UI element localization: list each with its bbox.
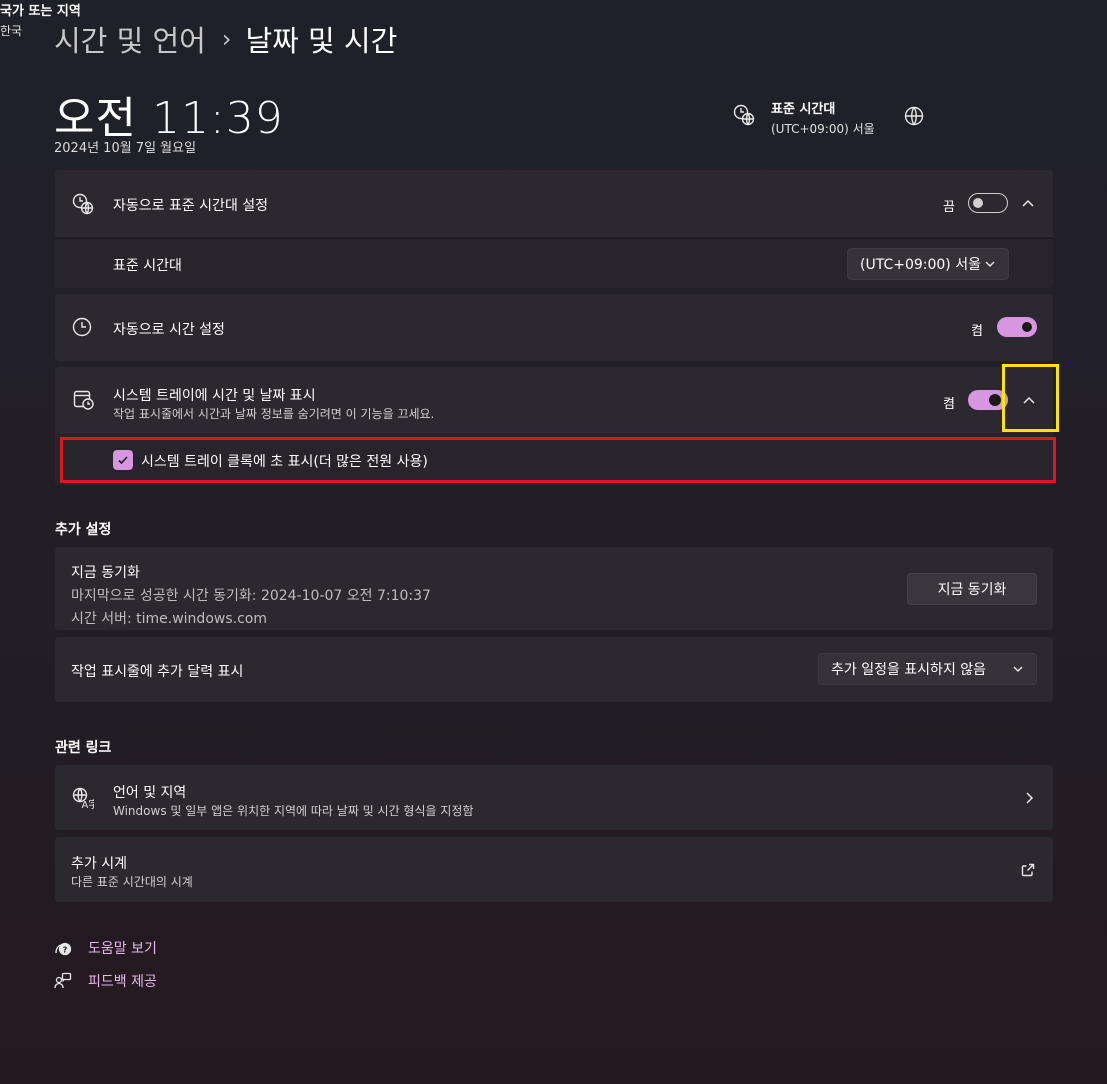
header-region-title: 국가 또는 지역 <box>0 4 81 19</box>
language-region-link[interactable]: A字 언어 및 지역 Windows 및 일부 앱은 위치한 지역에 따라 날짜… <box>55 765 1053 830</box>
tray-clock-description: 작업 표시줄에서 시간과 날짜 정보를 숨기려면 이 기능을 끄세요. <box>113 407 435 421</box>
header-timezone-title: 표준 시간대 <box>771 102 836 117</box>
help-link[interactable]: ? 도움말 보기 <box>54 938 157 958</box>
chevron-down-icon <box>984 258 996 270</box>
timezone-setting-row: 표준 시간대 (UTC+09:00) 서울 <box>55 238 1053 288</box>
auto-timezone-state: 끔 <box>943 200 955 215</box>
related-links-title: 관련 링크 <box>55 740 112 756</box>
feedback-link[interactable]: 피드백 제공 <box>54 971 157 991</box>
timezone-dropdown-value: (UTC+09:00) 서울 <box>860 257 981 273</box>
timezone-globe-icon <box>72 193 94 215</box>
page-title: 날짜 및 시간 <box>245 24 398 58</box>
timezone-globe-icon <box>733 104 755 126</box>
additional-settings-title: 추가 설정 <box>55 522 112 538</box>
timezone-label: 표준 시간대 <box>113 258 182 274</box>
current-date: 2024년 10월 7일 월요일 <box>54 141 197 156</box>
tray-clock-state: 켬 <box>943 397 955 412</box>
svg-text:A字: A字 <box>82 798 95 809</box>
sync-title: 지금 동기화 <box>71 565 140 581</box>
breadcrumb: 시간 및 언어 › 날짜 및 시간 <box>54 18 397 60</box>
seconds-checkbox-label: 시스템 트레이 클록에 초 표시(더 많은 전원 사용) <box>141 454 428 470</box>
auto-timezone-label: 자동으로 표준 시간대 설정 <box>113 198 269 214</box>
external-link-icon <box>1021 863 1035 877</box>
tray-clock-label: 시스템 트레이에 시간 및 날짜 표시 <box>113 388 316 404</box>
breadcrumb-parent[interactable]: 시간 및 언어 <box>54 18 206 60</box>
language-icon: A字 <box>72 787 94 809</box>
help-icon: ? <box>54 939 72 957</box>
calendar-clock-icon <box>73 389 95 411</box>
header-timezone-info: 표준 시간대 (UTC+09:00) 서울 <box>733 98 875 137</box>
header-region-info <box>904 98 941 126</box>
chevron-up-icon[interactable] <box>1022 393 1036 407</box>
extra-calendar-label: 작업 표시줄에 추가 달력 표시 <box>71 664 244 680</box>
additional-clocks-link[interactable]: 추가 시계 다른 표준 시간대의 시계 <box>55 837 1053 902</box>
feedback-link-label: 피드백 제공 <box>88 974 157 990</box>
extra-calendar-value: 추가 일정을 표시하지 않음 <box>831 662 987 678</box>
auto-timezone-card[interactable]: 자동으로 표준 시간대 설정 끔 <box>55 170 1053 237</box>
auto-time-card: 자동으로 시간 설정 켬 <box>55 294 1053 361</box>
language-region-description: Windows 및 일부 앱은 위치한 지역에 따라 날짜 및 시간 형식을 지… <box>113 804 474 818</box>
last-sync-text: 마지막으로 성공한 시간 동기화: 2024-10-07 오전 7:10:37 <box>71 588 431 604</box>
help-link-label: 도움말 보기 <box>88 941 157 957</box>
header-timezone-value: (UTC+09:00) 서울 <box>771 122 875 136</box>
sync-now-button[interactable]: 지금 동기화 <box>907 573 1037 605</box>
time-server-text: 시간 서버: time.windows.com <box>71 611 267 627</box>
auto-time-state: 켬 <box>971 324 983 339</box>
additional-clocks-title: 추가 시계 <box>71 856 127 872</box>
auto-timezone-toggle[interactable] <box>968 193 1008 213</box>
extra-calendar-dropdown[interactable]: 추가 일정을 표시하지 않음 <box>818 653 1037 685</box>
chevron-right-icon <box>1023 791 1035 805</box>
auto-time-toggle[interactable] <box>997 317 1037 337</box>
auto-time-label: 자동으로 시간 설정 <box>113 322 225 338</box>
additional-clocks-description: 다른 표준 시간대의 시계 <box>71 875 193 889</box>
language-region-title: 언어 및 지역 <box>113 785 187 801</box>
clock-icon <box>72 317 92 337</box>
sync-card: 지금 동기화 마지막으로 성공한 시간 동기화: 2024-10-07 오전 7… <box>55 547 1053 630</box>
feedback-icon <box>54 972 72 990</box>
timezone-dropdown[interactable]: (UTC+09:00) 서울 <box>847 248 1009 280</box>
chevron-down-icon <box>1012 663 1024 675</box>
chevron-up-icon[interactable] <box>1021 196 1035 210</box>
globe-icon <box>904 106 924 126</box>
tray-clock-card[interactable]: 시스템 트레이에 시간 및 날짜 표시 작업 표시줄에서 시간과 날짜 정보를 … <box>55 367 1053 434</box>
extra-calendar-card: 작업 표시줄에 추가 달력 표시 추가 일정을 표시하지 않음 <box>55 637 1053 702</box>
svg-text:?: ? <box>63 945 68 954</box>
seconds-checkbox[interactable] <box>113 450 133 470</box>
breadcrumb-separator: › <box>221 25 232 53</box>
